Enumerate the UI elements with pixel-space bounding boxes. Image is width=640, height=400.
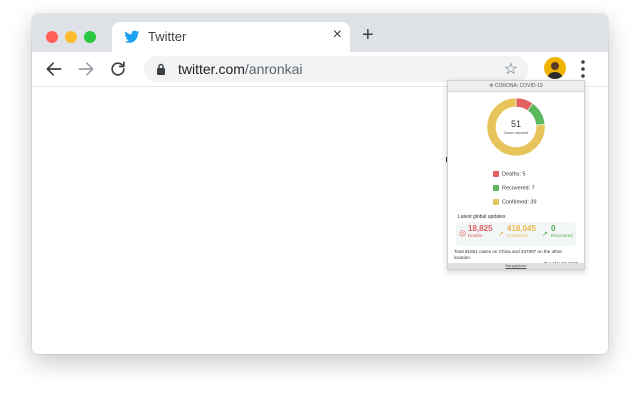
reload-icon[interactable] xyxy=(108,59,128,79)
lock-icon xyxy=(157,63,165,75)
legend-deaths: Deaths: 5 xyxy=(493,171,526,177)
minimize-window-button[interactable] xyxy=(65,31,77,43)
legend-deaths-label: Deaths: 5 xyxy=(502,171,526,178)
sad-face-icon: ☹ xyxy=(459,231,467,238)
confirmed-number: 418,045 xyxy=(507,224,536,233)
bookmark-star-icon[interactable]: ☆ xyxy=(504,59,518,79)
recovered-arrow-icon: ↗ xyxy=(542,231,548,238)
twitter-bird-icon xyxy=(124,30,140,43)
deaths-label: Deaths xyxy=(468,233,483,238)
popup-title: CORONA: COVID-19 xyxy=(494,83,543,89)
close-window-button[interactable] xyxy=(46,31,58,43)
total-cases-summary: Total 81661 cases on China and 337087 on… xyxy=(454,249,563,260)
cases-reported-label: Cases reported xyxy=(504,131,529,135)
tab-twitter[interactable]: Twitter × xyxy=(112,22,350,52)
legend-deaths-swatch xyxy=(493,171,499,177)
legend-recovered-label: Recovered: 7 xyxy=(502,185,535,192)
tab-title: Twitter xyxy=(148,29,187,44)
new-tab-button[interactable]: + xyxy=(362,24,374,47)
recovered-label: Recovered xyxy=(551,233,573,238)
confirmed-arrow-icon: ↗ xyxy=(498,231,504,238)
legend-confirmed: Confirmed: 39 xyxy=(493,199,537,205)
maximize-window-button[interactable] xyxy=(84,31,96,43)
url-host: twitter.com xyxy=(178,61,245,77)
url-path: /anronkai xyxy=(244,61,303,77)
cases-donut-chart: 51 Cases reported xyxy=(486,97,546,157)
donut-slice-recovered xyxy=(527,102,546,126)
profile-avatar[interactable] xyxy=(544,57,566,79)
kebab-menu-icon[interactable] xyxy=(580,58,586,80)
popup-header: ✲ CORONA: COVID-19 xyxy=(448,81,584,92)
covid-extension-popup: ✲ CORONA: COVID-19 51 Cases reported Dea… xyxy=(447,80,585,270)
back-arrow-icon[interactable] xyxy=(44,59,64,79)
address-bar[interactable]: twitter.com/anronkai ☆ xyxy=(144,56,528,82)
deaths-number: 18,825 xyxy=(468,224,493,233)
total-cases-number: 51 xyxy=(511,119,521,129)
virus-icon: ✲ xyxy=(489,83,494,89)
legend-recovered-swatch xyxy=(493,185,499,191)
avatar-person-icon xyxy=(547,62,563,79)
confirmed-label: Confirmed xyxy=(507,233,528,238)
latest-updates-title: Latest global updates xyxy=(458,214,506,220)
global-stats-box: ☹ 18,825 Deaths ↗ 418,045 Confirmed ↗ 0 … xyxy=(456,222,576,246)
forward-arrow-icon[interactable] xyxy=(76,59,96,79)
tab-close-button[interactable]: × xyxy=(333,26,342,44)
stat-recovered: 0 Recovered xyxy=(551,224,573,238)
tab-bar: Twitter × + xyxy=(32,14,608,52)
url-text: twitter.com/anronkai xyxy=(178,61,303,77)
legend-confirmed-label: Confirmed: 39 xyxy=(502,199,537,206)
legend-confirmed-swatch xyxy=(493,199,499,205)
popup-footer-link[interactable]: Bangladesh xyxy=(448,263,584,269)
stat-deaths: 18,825 Deaths xyxy=(468,224,492,238)
stat-confirmed: 418,045 Confirmed xyxy=(507,224,536,238)
browser-window: Twitter × + twitter.com/anronkai ☆ ✲ COR… xyxy=(32,14,608,354)
recovered-number: 0 xyxy=(551,224,556,233)
legend-recovered: Recovered: 7 xyxy=(493,185,535,191)
